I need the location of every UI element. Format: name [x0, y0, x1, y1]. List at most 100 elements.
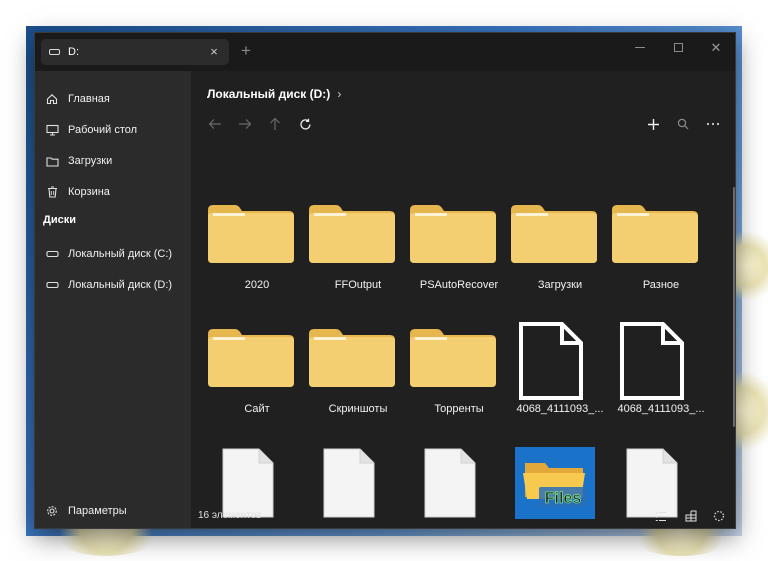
sidebar-item-label: Локальный диск (D:) — [68, 279, 173, 291]
sidebar-item-desktop[interactable]: Рабочий стол — [35, 116, 191, 144]
breadcrumb-chevron-icon[interactable]: › — [337, 87, 341, 101]
main-pane: Локальный диск (D:) › 2020 FFOutput PSAuto… — [191, 71, 735, 528]
item-label: FFOutput — [334, 279, 382, 291]
drive-icon — [45, 247, 59, 261]
sidebar-item-drive-d[interactable]: Локальный диск (D:) — [35, 271, 191, 299]
sidebar-item-label: Корзина — [68, 186, 110, 198]
sidebar-item-label: Главная — [68, 93, 110, 105]
tab-d-drive[interactable]: D: × — [41, 39, 229, 65]
item-label: PSAutoRecover — [419, 279, 499, 291]
list-view-icon — [655, 511, 666, 521]
settings-label: Параметры — [68, 505, 127, 517]
sidebar-item-drive-c[interactable]: Локальный диск (C:) — [35, 240, 191, 268]
sidebar-item-label: Загрузки — [68, 155, 113, 167]
more-icon — [706, 122, 720, 126]
arrow-right-icon — [239, 119, 252, 129]
vertical-scrollbar[interactable] — [733, 187, 735, 427]
drive-icon — [49, 49, 60, 55]
item-label: Сайт — [244, 403, 270, 415]
item-thumbnail — [409, 199, 509, 275]
desktop-icon — [45, 123, 59, 137]
maximize-icon — [673, 42, 683, 52]
search-button[interactable] — [673, 115, 693, 133]
refresh-button[interactable] — [295, 115, 315, 133]
settings-button[interactable]: Параметры — [35, 497, 191, 525]
sidebar-section-drives: Диски — [43, 214, 76, 226]
spinner-icon — [713, 510, 725, 522]
loading-indicator — [711, 508, 727, 524]
forward-button[interactable] — [235, 115, 255, 133]
grid-view-button[interactable] — [683, 508, 699, 524]
item-label: 4068_4111093_... — [617, 403, 705, 415]
sidebar-item-home[interactable]: Главная — [35, 85, 191, 113]
home-icon — [45, 92, 59, 106]
item-thumbnail — [207, 323, 307, 399]
breadcrumb-item-drive-d[interactable]: Локальный диск (D:) — [207, 87, 330, 101]
details-view-button[interactable] — [653, 508, 669, 524]
up-button[interactable] — [265, 115, 285, 133]
document-outline-icon — [519, 322, 583, 400]
folder-item[interactable]: Торренты — [409, 323, 509, 433]
item-label: 4068_4111093_... — [516, 403, 604, 415]
close-icon: ✕ — [710, 39, 722, 55]
plus-icon — [647, 118, 659, 130]
folder-icon — [208, 205, 294, 263]
folder-icon — [208, 329, 294, 387]
folder-icon — [410, 329, 496, 387]
sidebar: Главная Рабочий стол Загрузки Корзина Ди… — [35, 71, 191, 528]
new-item-button[interactable] — [643, 115, 663, 133]
folder-icon — [410, 205, 496, 263]
item-count: 16 элементов — [198, 510, 262, 521]
item-thumbnail — [308, 323, 408, 399]
folder-icon — [309, 205, 395, 263]
item-thumbnail — [308, 199, 408, 275]
status-bar: 16 элементов — [191, 501, 735, 528]
minimize-button[interactable] — [621, 33, 659, 61]
trash-icon — [45, 185, 59, 199]
item-label: Скриншоты — [328, 403, 388, 415]
document-outline-icon — [620, 322, 684, 400]
item-label: Загрузки — [537, 279, 583, 291]
tab-close-button[interactable]: × — [207, 45, 221, 59]
back-button[interactable] — [205, 115, 225, 133]
close-window-button[interactable]: ✕ — [697, 33, 735, 61]
folder-item[interactable]: PSAutoRecover — [409, 199, 509, 309]
folder-item[interactable]: Скриншоты — [308, 323, 408, 433]
folder-item[interactable]: FFOutput — [308, 199, 408, 309]
folder-icon — [511, 205, 597, 263]
folder-icon — [309, 329, 395, 387]
gear-icon — [45, 504, 59, 518]
folder-item[interactable]: Разное — [611, 199, 711, 309]
item-thumbnail — [409, 323, 509, 399]
tab-title: D: — [68, 46, 79, 58]
arrow-up-icon — [270, 117, 280, 130]
item-thumbnail — [611, 199, 711, 275]
item-thumbnail — [510, 199, 610, 275]
arrow-left-icon — [208, 119, 221, 129]
sidebar-item-downloads[interactable]: Загрузки — [35, 147, 191, 175]
breadcrumb: Локальный диск (D:) › — [207, 87, 341, 101]
folder-item[interactable]: 2020 — [207, 199, 307, 309]
folder-item[interactable]: Сайт — [207, 323, 307, 433]
more-options-button[interactable] — [703, 115, 723, 133]
item-thumbnail — [207, 199, 307, 275]
sidebar-item-label: Рабочий стол — [68, 124, 138, 136]
item-label: 2020 — [244, 279, 270, 291]
search-icon — [677, 118, 689, 130]
maximize-button[interactable] — [659, 33, 697, 61]
file-explorer-window: D: × + ✕ Главная Рабочий стол Загрузки К… — [34, 32, 736, 529]
item-thumbnail — [611, 322, 711, 400]
sidebar-item-recycle-bin[interactable]: Корзина — [35, 178, 191, 206]
item-label: Разное — [642, 279, 680, 291]
folder-icon — [612, 205, 698, 263]
grid-view-icon — [685, 510, 697, 522]
file-item[interactable]: 4068_4111093_... — [611, 322, 711, 433]
drive-icon — [45, 278, 59, 292]
folder-item[interactable]: Загрузки — [510, 199, 610, 309]
item-label: Торренты — [434, 403, 484, 415]
minimize-icon — [635, 46, 645, 48]
file-item[interactable]: 4068_4111093_... — [510, 322, 610, 433]
folder-icon — [45, 154, 59, 168]
new-tab-button[interactable]: + — [241, 42, 251, 60]
title-bar: D: × + ✕ — [35, 33, 735, 71]
